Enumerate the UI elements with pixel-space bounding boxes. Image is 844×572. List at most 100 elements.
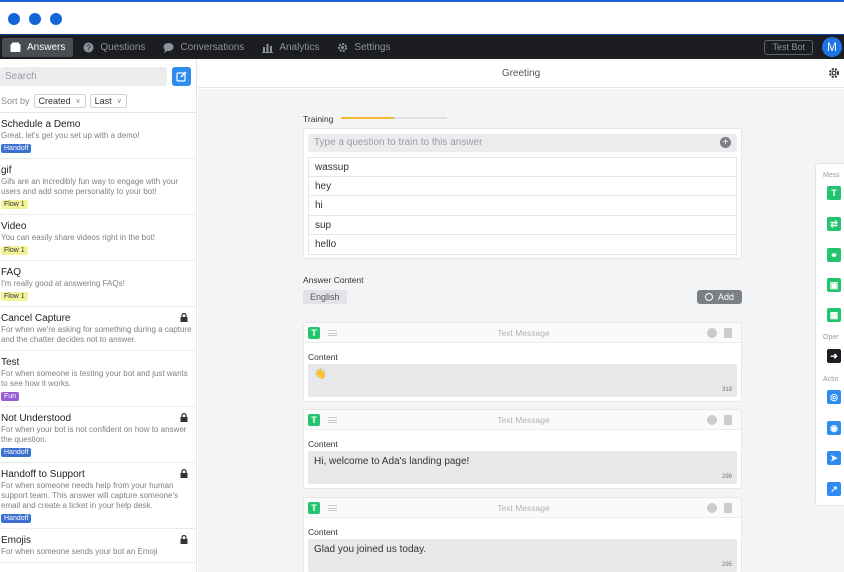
lock-icon bbox=[180, 535, 188, 544]
message-content-field[interactable]: Hi, welcome to Ada's landing page! 286 bbox=[308, 451, 737, 484]
add-question-icon[interactable]: + bbox=[720, 137, 731, 148]
answer-title: FAQ bbox=[1, 267, 22, 278]
message-type-label: Text Message bbox=[497, 415, 550, 425]
gear-icon[interactable] bbox=[828, 67, 840, 79]
training-question-row[interactable]: hello bbox=[308, 235, 737, 255]
external-link-icon[interactable]: ↗ bbox=[827, 482, 841, 496]
answer-title: Test bbox=[1, 357, 20, 368]
window-close-dot[interactable] bbox=[8, 13, 20, 25]
collapse-icon[interactable] bbox=[707, 415, 717, 425]
message-type-label: Text Message bbox=[497, 503, 550, 513]
nav-settings[interactable]: Settings bbox=[329, 38, 398, 57]
video-block-icon[interactable]: ▦ bbox=[827, 308, 841, 322]
answer-title: Video bbox=[1, 221, 27, 232]
answer-list-item[interactable]: Handoff to Support For when someone needs… bbox=[0, 463, 196, 529]
nav-analytics[interactable]: Analytics bbox=[254, 38, 327, 57]
chevron-down-icon: ∨ bbox=[75, 97, 81, 105]
add-label: Add bbox=[717, 292, 734, 302]
training-question-row[interactable]: sup bbox=[308, 215, 737, 235]
globe-icon bbox=[704, 293, 713, 301]
svg-text:?: ? bbox=[87, 43, 92, 52]
answer-list-item[interactable]: FAQ I'm really good at answering FAQs! Flo… bbox=[0, 261, 196, 307]
user-avatar[interactable]: M bbox=[822, 37, 842, 57]
palette-group-actions: Actio bbox=[823, 376, 839, 383]
nav-settings-label: Settings bbox=[354, 41, 391, 53]
answer-list-item[interactable]: Test For when someone is testing your bot… bbox=[0, 351, 196, 407]
add-language-button[interactable]: Add bbox=[697, 290, 742, 304]
training-question-row[interactable]: hi bbox=[308, 196, 737, 216]
answer-description: I'm really good at answering FAQs! bbox=[1, 279, 125, 288]
answer-tag: Handoff bbox=[1, 448, 32, 457]
text-block-icon[interactable]: T bbox=[827, 186, 841, 200]
training-question-row[interactable]: wassup bbox=[308, 157, 737, 177]
collapse-icon[interactable] bbox=[707, 503, 717, 513]
answer-title: Emojis bbox=[1, 535, 32, 546]
character-count: 286 bbox=[721, 474, 732, 480]
window-minimize-dot[interactable] bbox=[29, 13, 41, 25]
answer-title: Schedule a Demo bbox=[1, 119, 81, 130]
answers-sidebar: Sort by Created ∨ Last ∨ Schedule a DemoGr… bbox=[0, 59, 197, 572]
link-block-icon[interactable]: ⚭ bbox=[827, 248, 841, 262]
character-count: 295 bbox=[721, 562, 732, 568]
nav-analytics-label: Analytics bbox=[279, 41, 320, 53]
test-bot-button[interactable]: Test Bot bbox=[764, 39, 813, 55]
window-titlebar bbox=[0, 0, 844, 34]
message-type-label: Text Message bbox=[497, 328, 550, 338]
trash-icon[interactable] bbox=[724, 503, 732, 513]
answer-list-item[interactable]: Cancel Capture For when we're asking for … bbox=[0, 307, 196, 351]
answer-list-item[interactable]: Emojis For when someone sends your bot an… bbox=[0, 529, 196, 563]
answer-description: For when your bot is not confident on ho… bbox=[1, 425, 187, 444]
nav-conversations[interactable]: Conversations bbox=[155, 38, 252, 57]
answer-list-item[interactable]: Video You can easily share videos right i… bbox=[0, 215, 196, 261]
edit-icon bbox=[176, 71, 187, 82]
image-block-icon[interactable]: ▣ bbox=[827, 278, 841, 292]
train-question-input[interactable]: Type a question to train to this answer bbox=[308, 134, 737, 152]
answer-description: Gifs are an incredibly fun way to engage… bbox=[1, 177, 178, 196]
page-title: Greeting bbox=[501, 68, 541, 79]
message-content-field[interactable]: 👋 318 bbox=[308, 364, 737, 397]
message-content-field[interactable]: Glad you joined us today. 295 bbox=[308, 539, 737, 572]
sort-order-value: Last bbox=[94, 95, 112, 106]
message-text: Glad you joined us today. bbox=[314, 544, 427, 555]
window-maximize-dot[interactable] bbox=[50, 13, 62, 25]
search-input[interactable] bbox=[0, 67, 168, 86]
trash-icon[interactable] bbox=[724, 328, 732, 338]
top-nav: Answers ? Questions Conversations Analyt… bbox=[0, 34, 844, 59]
answer-description: For when someone needs help from your hu… bbox=[1, 481, 179, 510]
palette-group-messages: Mess bbox=[823, 172, 840, 179]
text-message-card: T Text Message Content Hi, welcome to Ada's… bbox=[303, 409, 742, 489]
web-action-icon[interactable]: ◎ bbox=[827, 390, 841, 404]
new-answer-button[interactable] bbox=[172, 67, 191, 86]
send-action-icon[interactable]: ➤ bbox=[827, 451, 841, 465]
answer-list-item[interactable]: Not Understood For when your bot is not c… bbox=[0, 407, 196, 463]
content-label: Content bbox=[308, 352, 338, 362]
shuffle-block-icon[interactable]: ⇄ bbox=[827, 217, 841, 231]
training-question-row[interactable]: hey bbox=[308, 176, 737, 196]
answer-list-item[interactable]: Schedule a Demo Great, let's get you set … bbox=[0, 113, 196, 159]
training-card: Type a question to train to this answer … bbox=[303, 128, 742, 259]
nav-questions[interactable]: ? Questions bbox=[75, 38, 153, 57]
nav-answers[interactable]: Answers bbox=[2, 37, 74, 57]
answer-list-item[interactable]: gif Gifs are an incredibly fun way to eng… bbox=[0, 159, 196, 215]
answer-editor: Training Type a question to train to thi… bbox=[198, 89, 844, 572]
chat-icon bbox=[163, 42, 174, 53]
block-palette: Mess T ⇄ ⚭ ▣ ▦ Oper ➜ Actio ◎ ◉ ➤ ↗ bbox=[815, 163, 844, 506]
handoff-block-icon[interactable]: ➜ bbox=[827, 349, 841, 363]
trash-icon[interactable] bbox=[724, 415, 732, 425]
search-row bbox=[0, 59, 196, 89]
message-text: Hi, welcome to Ada's landing page! bbox=[314, 456, 470, 467]
training-label: Training bbox=[303, 114, 334, 124]
sort-field-select[interactable]: Created ∨ bbox=[33, 93, 86, 108]
content-label: Content bbox=[308, 439, 338, 449]
nav-answers-label: Answers bbox=[27, 41, 66, 53]
sort-order-select[interactable]: Last ∨ bbox=[89, 93, 127, 108]
answer-tag: Fun bbox=[1, 392, 20, 401]
collapse-icon[interactable] bbox=[707, 328, 717, 338]
lock-icon bbox=[180, 313, 188, 322]
language-tab[interactable]: English bbox=[303, 290, 347, 304]
main-header: Greeting bbox=[198, 59, 844, 88]
answer-title: gif bbox=[1, 165, 12, 176]
chat-action-icon[interactable]: ◉ bbox=[827, 421, 841, 435]
chevron-down-icon: ∨ bbox=[116, 97, 122, 105]
sort-row: Sort by Created ∨ Last ∨ bbox=[0, 89, 196, 113]
